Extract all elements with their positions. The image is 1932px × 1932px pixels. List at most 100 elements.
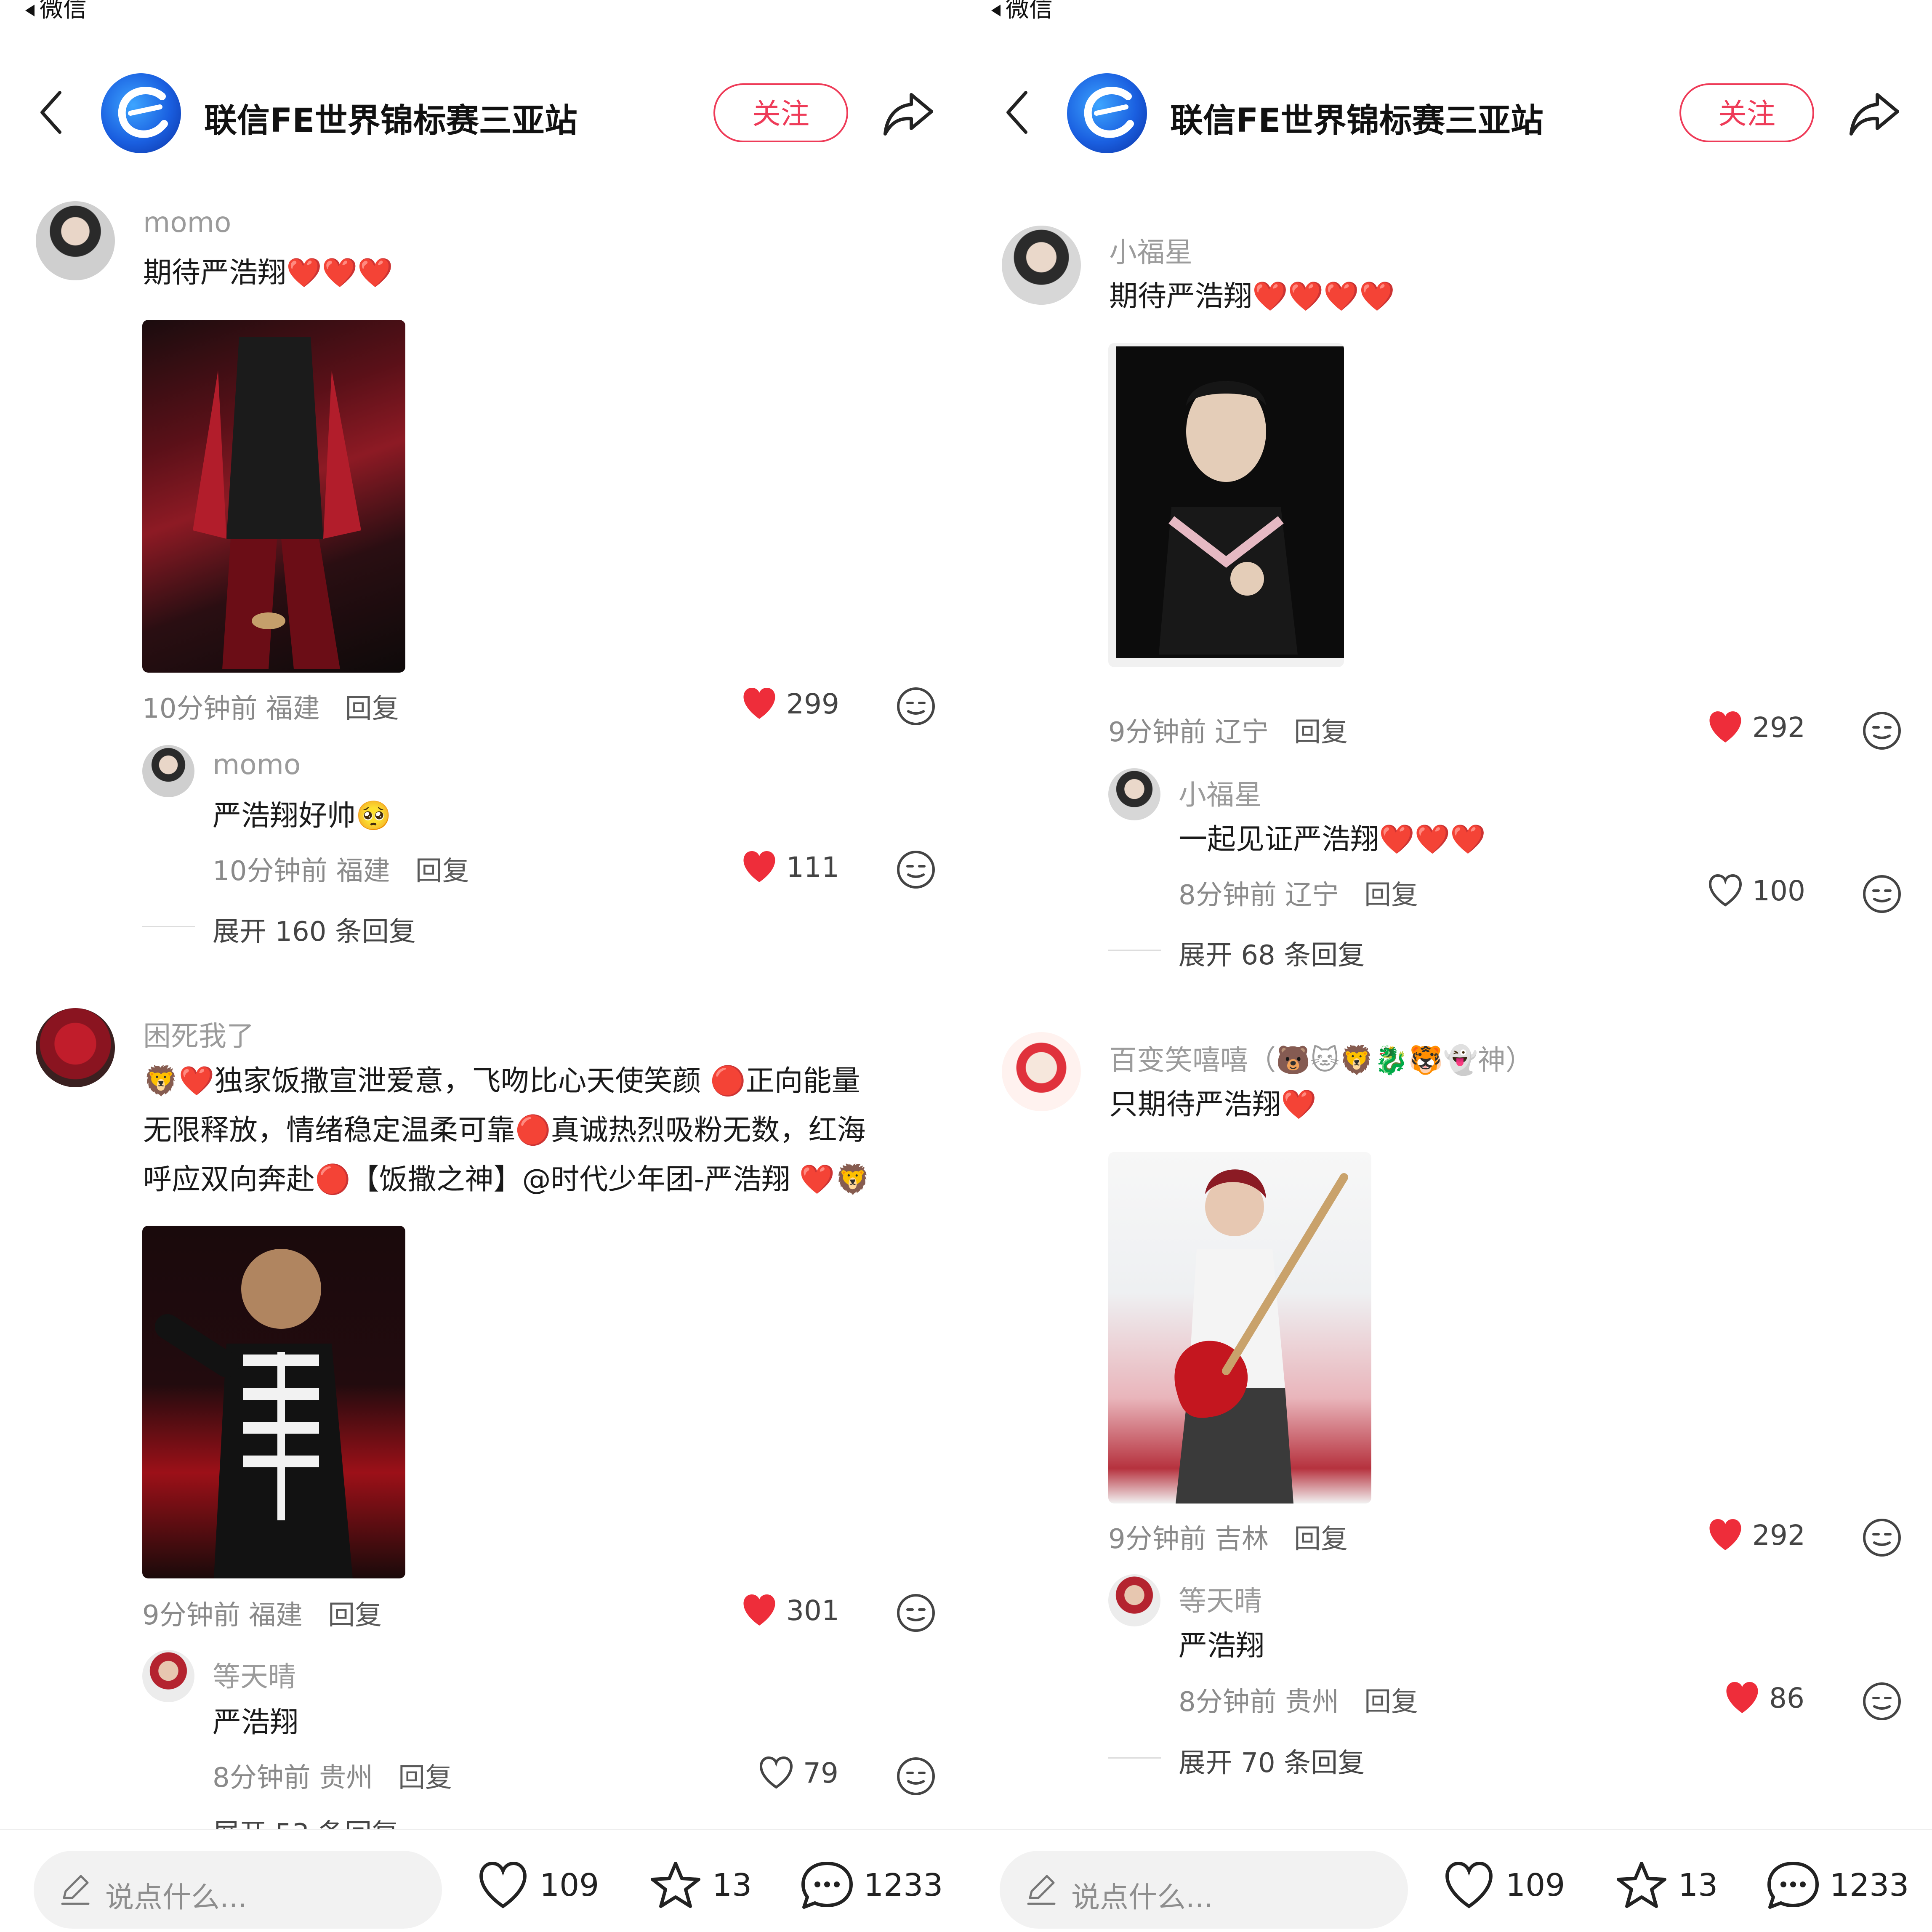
emoji-face-icon[interactable] [896, 686, 936, 726]
bottom-like-button[interactable]: 109 [476, 1860, 599, 1911]
follow-button[interactable]: 关注 [1679, 83, 1814, 142]
like-button[interactable]: 292 [1707, 1518, 1805, 1552]
comment-username[interactable]: 百变笑嘻嘻（🐻🐱🦁🐉🐯👻神） [1109, 1038, 1533, 1078]
reply-button[interactable]: 回复 [415, 856, 469, 887]
comment-location: 福建 [266, 693, 320, 724]
reply-text: 一起见证严浩翔❤️❤️❤️ [1179, 823, 1486, 856]
reply-avatar[interactable] [1108, 768, 1160, 820]
bottom-star-button[interactable]: 13 [1614, 1860, 1718, 1911]
bottom-star-count: 13 [712, 1867, 752, 1903]
bottom-comment-count: 1233 [1830, 1867, 1909, 1903]
bottom-comment-count: 1233 [864, 1867, 943, 1903]
comment-image[interactable] [142, 1226, 405, 1578]
like-count: 301 [786, 1594, 839, 1627]
share-icon[interactable] [882, 88, 937, 139]
like-count: 111 [786, 851, 839, 884]
emoji-face-icon[interactable] [1862, 1517, 1902, 1558]
emoji-face-icon[interactable] [896, 849, 936, 890]
heart-outline-icon [1709, 874, 1742, 907]
comment-username[interactable]: momo [143, 206, 231, 239]
share-icon[interactable] [1848, 88, 1903, 139]
comment-input-placeholder: 说点什么... [1071, 1881, 1213, 1914]
reply-button[interactable]: 回复 [1364, 880, 1418, 911]
like-button[interactable]: 79 [758, 1756, 838, 1790]
heart-icon [743, 688, 775, 719]
comment-meta: 9分钟前 福建 回复 [142, 1600, 382, 1631]
expand-replies-button[interactable]: 展开 70 条回复 [1179, 1741, 1365, 1780]
heart-icon [743, 1594, 775, 1626]
bottom-like-count: 109 [1506, 1867, 1565, 1903]
back-icon[interactable] [38, 89, 63, 136]
comment-image[interactable] [1108, 343, 1344, 667]
reply-avatar[interactable] [1108, 1574, 1160, 1626]
reply-button[interactable]: 回复 [1364, 1687, 1418, 1718]
reply-meta: 8分钟前 贵州 回复 [1179, 1687, 1418, 1718]
comment-text-line: 无限释放，情绪稳定温柔可靠🔴真诚热烈吸粉无数，红海 [143, 1114, 866, 1147]
follow-button[interactable]: 关注 [713, 83, 848, 142]
reply-button[interactable]: 回复 [328, 1600, 382, 1631]
heart-icon [1709, 711, 1741, 742]
expand-replies-button[interactable]: 展开 68 条回复 [1179, 934, 1365, 972]
like-button[interactable]: 292 [1707, 711, 1805, 744]
comment-bubble-icon [1767, 1862, 1819, 1909]
heart-outline-icon [760, 1756, 793, 1789]
reply-avatar[interactable] [142, 1650, 194, 1702]
back-icon[interactable] [1004, 89, 1029, 136]
bottom-comment-button[interactable]: 1233 [1766, 1860, 1909, 1911]
avatar[interactable] [36, 201, 115, 280]
avatar[interactable] [36, 1008, 115, 1087]
right-screenshot-panel: 微信 联信FE世界锦标赛三亚站 关注 小福星 期待严浩翔❤️❤️❤️❤️ 9分钟… [966, 0, 1932, 1932]
status-bar-back-app[interactable]: 微信 [25, 0, 87, 21]
comment-image[interactable] [1108, 1152, 1371, 1504]
back-triangle-icon [25, 4, 35, 16]
logo-icon[interactable] [1067, 73, 1147, 153]
page-title: 联信FE世界锦标赛三亚站 [204, 102, 577, 140]
bottom-bar: 说点什么... 109 13 1233 [0, 1829, 966, 1932]
emoji-face-icon[interactable] [896, 1756, 936, 1796]
comment-text: 🦁❤️独家饭撒宣泄爱意，飞吻比心天使笑颜 🔴正向能量 无限释放，情绪稳定温柔可靠… [143, 1056, 943, 1204]
emoji-face-icon[interactable] [1862, 1681, 1902, 1722]
reply-username[interactable]: momo [213, 748, 301, 781]
reply-button[interactable]: 回复 [1294, 717, 1348, 748]
bottom-like-button[interactable]: 109 [1442, 1860, 1565, 1911]
comment-meta: 10分钟前 福建 回复 [142, 687, 399, 726]
header: 联信FE世界锦标赛三亚站 关注 [0, 63, 966, 164]
like-button[interactable]: 111 [741, 850, 839, 884]
bottom-star-count: 13 [1678, 1867, 1718, 1903]
reply-text: 严浩翔 [213, 1706, 299, 1739]
comment-username[interactable]: 困死我了 [143, 1014, 254, 1054]
reply-username[interactable]: 等天晴 [1179, 1578, 1262, 1619]
page-title: 联信FE世界锦标赛三亚站 [1170, 102, 1543, 140]
comment-image[interactable] [142, 320, 405, 673]
reply-username[interactable]: 小福星 [1179, 772, 1262, 813]
status-bar-back-app[interactable]: 微信 [991, 0, 1053, 21]
bottom-star-button[interactable]: 13 [648, 1860, 752, 1911]
like-count: 292 [1752, 1519, 1805, 1551]
comment-username[interactable]: 小福星 [1109, 230, 1192, 270]
comment-time: 10分钟前 [142, 693, 258, 724]
bottom-bar: 说点什么... 109 13 1233 [966, 1829, 1932, 1932]
reply-avatar[interactable] [142, 745, 194, 797]
like-button[interactable]: 100 [1707, 874, 1805, 907]
heart-icon [1445, 1861, 1493, 1908]
avatar[interactable] [1002, 1032, 1081, 1111]
logo-icon[interactable] [101, 73, 181, 153]
like-button[interactable]: 299 [741, 687, 839, 721]
reply-button[interactable]: 回复 [345, 693, 399, 724]
expand-replies-button[interactable]: 展开 160 条回复 [213, 910, 416, 949]
reply-button[interactable]: 回复 [1294, 1524, 1348, 1555]
comment-input[interactable]: 说点什么... [1000, 1851, 1408, 1929]
comment-input-placeholder: 说点什么... [105, 1881, 247, 1914]
bottom-comment-button[interactable]: 1233 [800, 1860, 943, 1911]
reply-button[interactable]: 回复 [398, 1762, 452, 1794]
comment-input[interactable]: 说点什么... [34, 1851, 442, 1929]
header: 联信FE世界锦标赛三亚站 关注 [966, 63, 1932, 164]
emoji-face-icon[interactable] [1862, 711, 1902, 751]
avatar[interactable] [1002, 226, 1081, 305]
like-button[interactable]: 301 [741, 1594, 839, 1627]
emoji-face-icon[interactable] [896, 1593, 936, 1633]
like-button[interactable]: 86 [1724, 1681, 1804, 1715]
reply-username[interactable]: 等天晴 [213, 1654, 296, 1695]
emoji-face-icon[interactable] [1862, 874, 1902, 914]
divider [1108, 950, 1161, 951]
